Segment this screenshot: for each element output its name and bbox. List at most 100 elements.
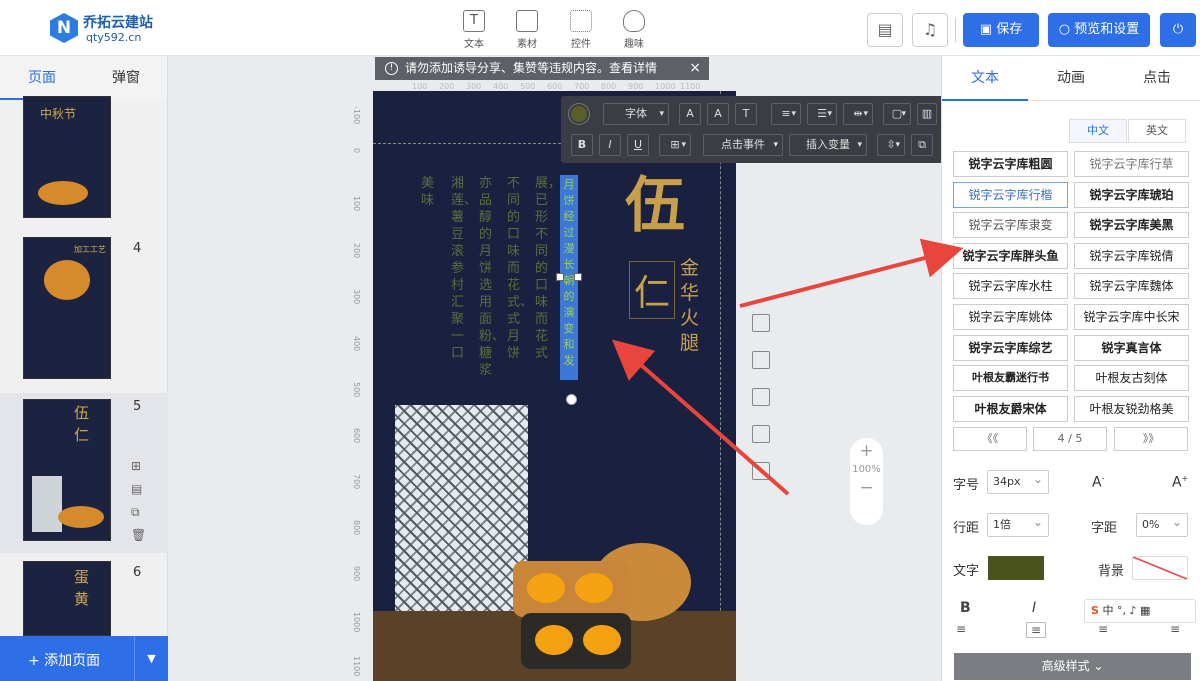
font-option[interactable]: 锐字云字库粗圆 — [953, 151, 1068, 177]
tool-fun-button[interactable]: 趣味 — [614, 10, 654, 50]
font-option[interactable]: 锐字云字库魏体 — [1074, 273, 1189, 299]
align-justify-icon[interactable]: ≡ — [1170, 622, 1180, 636]
page-item[interactable]: 蛋黄 6 — [0, 561, 168, 636]
font-option[interactable]: 叶根友霸迷行书 — [953, 365, 1068, 391]
grid-icon[interactable] — [752, 388, 770, 406]
tab-english[interactable]: 英文 — [1128, 119, 1186, 143]
save-button[interactable]: ▣ 保存 — [963, 13, 1039, 47]
zoom-out-icon[interactable]: − — [850, 475, 883, 501]
layer-icon[interactable]: ▥ — [917, 103, 937, 125]
increase-font-icon[interactable]: A+ — [1172, 474, 1188, 491]
underline-icon[interactable]: U — [627, 134, 649, 156]
font-option[interactable]: 叶根友爵宋体 — [953, 396, 1068, 422]
close-icon[interactable]: × — [689, 57, 701, 80]
font-option[interactable]: 锐字云字库隶变 — [953, 212, 1068, 238]
copy-icon[interactable]: ⧉ — [131, 505, 140, 519]
letter-spacing-select[interactable]: 0% — [1136, 511, 1188, 537]
title-big[interactable]: 伍 — [625, 157, 685, 244]
tab-pages[interactable]: 页面 — [0, 56, 84, 100]
text-color-swatch[interactable] — [988, 556, 1044, 580]
decrease-font-icon[interactable]: A- — [1092, 474, 1104, 491]
page-item-active[interactable]: 伍仁 5 ⊞ ▤ ⧉ 🗑 — [0, 393, 168, 553]
italic-button[interactable]: I — [1032, 600, 1036, 616]
font-size-up-icon[interactable]: A — [679, 103, 701, 125]
music-button[interactable]: ♫ — [912, 13, 948, 47]
resize-handle[interactable] — [574, 273, 582, 281]
phone-canvas[interactable]: 美味 湘莲、薯豆滚参村汇聚一口 亦品醇的月饼选用面粉、糖浆 不同的口味而花式、式… — [373, 91, 736, 681]
align-center-icon[interactable]: ≡ — [1026, 622, 1047, 638]
bold-button[interactable]: B — [960, 600, 971, 616]
tool-text-button[interactable]: T 文本 — [454, 10, 494, 50]
italic-icon[interactable]: I — [599, 134, 621, 156]
layout-icon[interactable]: ▤ — [131, 482, 142, 496]
download-icon[interactable] — [752, 462, 770, 480]
layers-button[interactable]: ▤ — [867, 13, 903, 47]
layers-icon[interactable] — [752, 351, 770, 369]
tab-chinese[interactable]: 中文 — [1069, 119, 1127, 143]
insert-variable-dropdown[interactable]: 插入变量 — [789, 134, 867, 156]
page-item[interactable]: 加工工艺 4 — [0, 237, 168, 387]
poem-column[interactable]: 美味 — [421, 175, 435, 215]
poem-column[interactable]: 湘莲、薯豆滚参村汇聚一口 — [451, 175, 477, 385]
background-color-swatch[interactable] — [1132, 556, 1188, 580]
text-color-swatch[interactable] — [569, 104, 589, 124]
preview-settings-button[interactable]: ○ 预览和设置 — [1048, 13, 1150, 47]
title-vertical[interactable]: 金华火腿 — [680, 256, 700, 356]
delete-icon[interactable]: 🗑 — [131, 528, 146, 542]
poem-column[interactable]: 亦品醇的月饼选用面粉、糖浆 — [479, 175, 505, 385]
align-right-icon[interactable]: ≡ — [1098, 622, 1108, 636]
font-option[interactable]: 锐字真言体 — [1074, 335, 1189, 361]
prev-page-button[interactable]: 《《 — [953, 427, 1027, 451]
mooncake-half-image[interactable] — [521, 613, 631, 669]
align-icon[interactable]: ≡ — [771, 103, 801, 125]
font-option[interactable]: 锐字云字库水柱 — [953, 273, 1068, 299]
align-left-icon[interactable]: ≡ — [956, 622, 966, 636]
resize-handle[interactable] — [556, 273, 564, 281]
rotate-handle-icon[interactable] — [566, 394, 577, 405]
spacing-icon[interactable]: ⇹ — [843, 103, 873, 125]
font-option[interactable]: 叶根友锐劲格美 — [1074, 396, 1189, 422]
page-item[interactable]: 中秋节 — [0, 96, 168, 228]
border-icon[interactable]: ⊞ — [659, 134, 691, 156]
power-button[interactable]: ⏻ — [1160, 13, 1196, 47]
font-size-down-icon[interactable]: A — [707, 103, 729, 125]
chevron-down-icon[interactable]: ▼ — [134, 636, 168, 681]
text-direction-icon[interactable]: T — [735, 103, 757, 125]
tab-text[interactable]: 文本 — [942, 56, 1028, 101]
zoom-in-icon[interactable]: + — [850, 438, 883, 464]
font-option[interactable]: 锐字云字库姚体 — [953, 304, 1068, 330]
font-size-select[interactable]: 34px — [987, 468, 1049, 494]
poem-column[interactable]: 展，已形不同的口味而花式 — [535, 175, 561, 385]
title-box[interactable]: 仁 — [629, 261, 676, 319]
align-vertical-icon[interactable]: ⇳ — [877, 134, 905, 156]
font-option[interactable]: 锐字云字库行草 — [1074, 151, 1189, 177]
tab-popups[interactable]: 弹窗 — [84, 56, 168, 100]
font-family-dropdown[interactable]: 字体 — [603, 103, 669, 125]
list-icon[interactable]: ☰ — [807, 103, 837, 125]
add-icon[interactable]: ⊞ — [131, 459, 141, 473]
click-event-dropdown[interactable]: 点击事件 — [703, 134, 783, 156]
tab-animation[interactable]: 动画 — [1028, 56, 1114, 101]
font-option[interactable]: 锐字云字库琥珀 — [1074, 182, 1189, 208]
tab-click[interactable]: 点击 — [1114, 56, 1200, 101]
poem-column[interactable]: 不同的口味而花式、式月饼 — [507, 175, 533, 385]
tool-image-button[interactable]: 素材 — [507, 10, 547, 50]
font-option[interactable]: 锐字云字库美黑 — [1074, 212, 1189, 238]
font-option[interactable]: 锐字云字库中长宋 — [1074, 304, 1189, 330]
logo[interactable]: N 乔拓云建站 qty592.cn — [50, 10, 240, 48]
shadow-icon[interactable]: ▢ — [883, 103, 911, 125]
font-option[interactable]: 锐字云字库行楷 — [953, 182, 1068, 208]
font-option[interactable]: 锐字云字库锐倩 — [1074, 243, 1189, 269]
add-page-button[interactable]: + 添加页面 ▼ — [0, 636, 168, 681]
notice-bar[interactable]: ! 请勿添加诱导分享、集赞等违规内容。查看详情 × — [375, 57, 709, 80]
device-icon[interactable] — [752, 425, 770, 443]
mooncake-half-image[interactable] — [513, 561, 631, 617]
bold-icon[interactable]: B — [571, 134, 593, 156]
copy-icon[interactable]: ⧉ — [911, 134, 933, 156]
font-option[interactable]: 锐字云字库综艺 — [953, 335, 1068, 361]
line-height-select[interactable]: 1倍 — [987, 511, 1049, 537]
font-option[interactable]: 叶根友古刻体 — [1074, 365, 1189, 391]
font-option[interactable]: 锐字云字库胖头鱼 — [953, 243, 1068, 269]
tool-widget-button[interactable]: 控件 — [561, 10, 601, 50]
advanced-style-button[interactable]: 高级样式 ⌄ — [954, 653, 1191, 680]
